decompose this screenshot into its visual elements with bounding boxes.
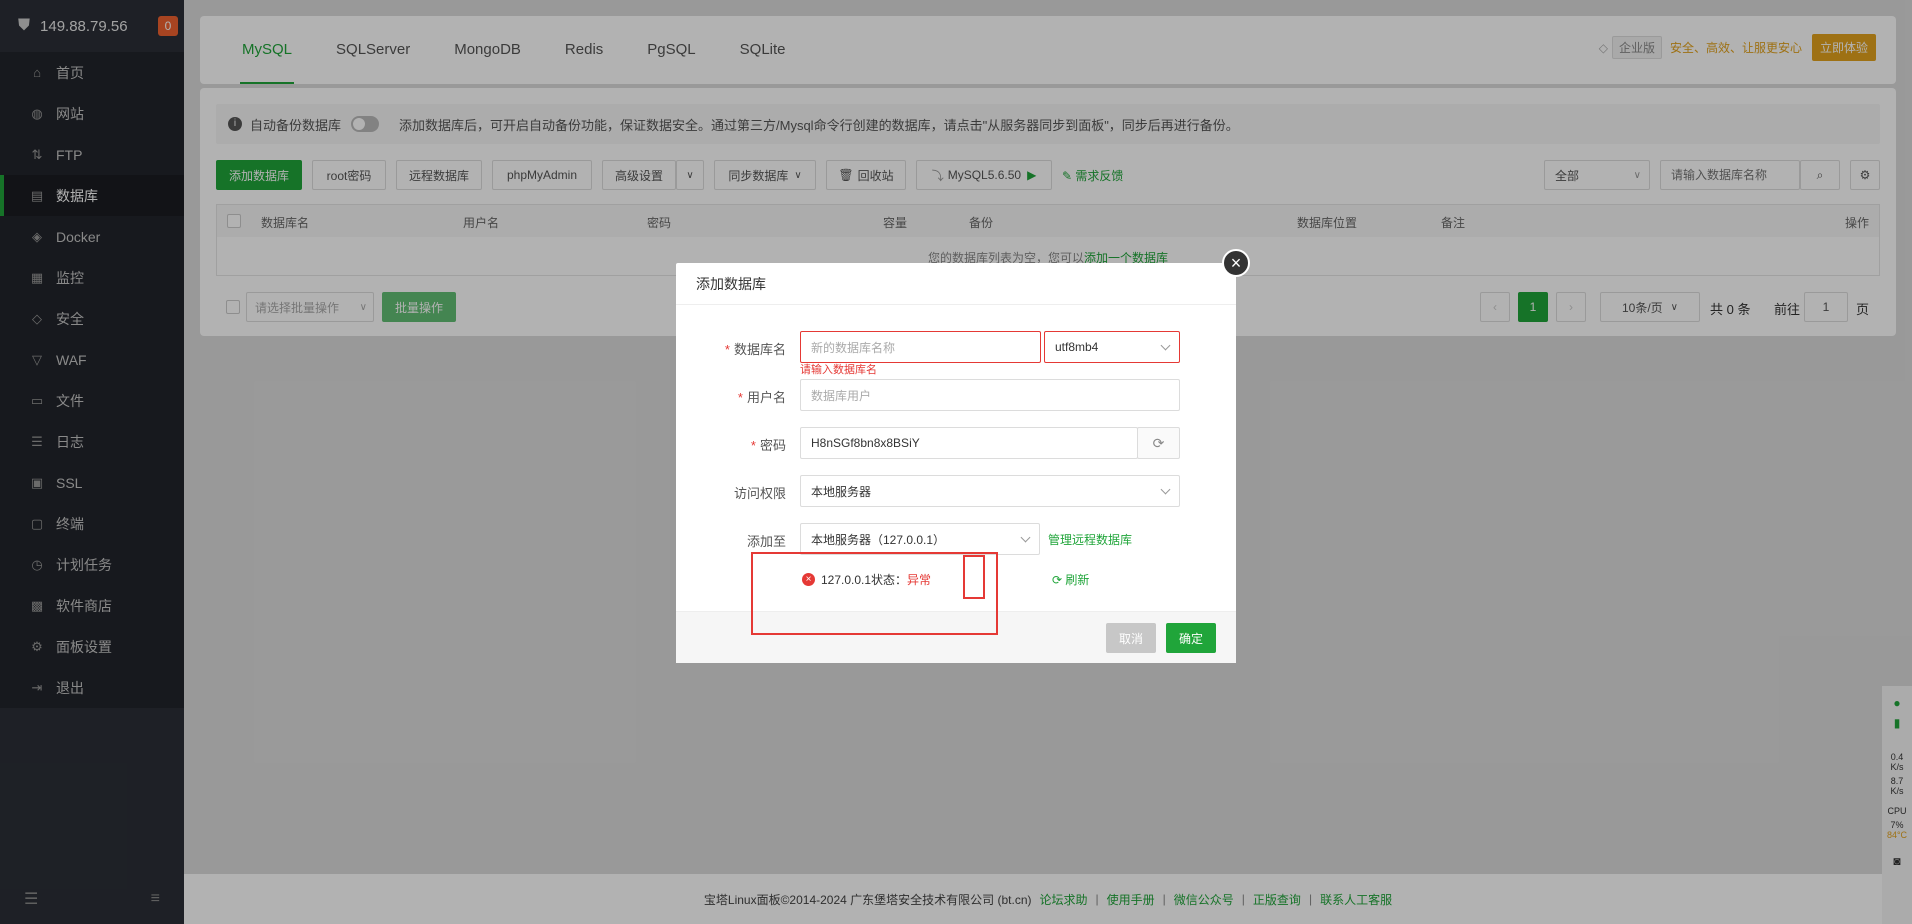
username-input[interactable]: 数据库用户 [800, 379, 1180, 411]
add-to-select[interactable]: 本地服务器（127.0.0.1） [800, 523, 1040, 555]
dialog-title: 添加数据库 [676, 263, 1236, 305]
add-to-label: 添加至 [746, 534, 786, 549]
charset-select[interactable]: utf8mb4 [1044, 331, 1180, 363]
refresh-icon: ⟳ [1052, 573, 1063, 587]
chevron-down-icon [1020, 532, 1031, 543]
manage-remote-link[interactable]: 管理远程数据库 [1048, 531, 1132, 548]
add-to-value: 本地服务器（127.0.0.1） [811, 532, 946, 547]
cancel-button[interactable]: 取消 [1106, 623, 1156, 653]
refresh-label: 刷新 [1065, 573, 1090, 587]
highlight-box-small [963, 555, 985, 599]
password-label: * 密码 [750, 438, 786, 453]
charset-value: utf8mb4 [1055, 340, 1099, 354]
highlight-box-status [751, 552, 998, 635]
close-icon[interactable]: × [1222, 249, 1250, 277]
access-label: 访问权限 [733, 486, 786, 501]
db-name-input[interactable]: 新的数据库名称 [800, 331, 1041, 363]
regenerate-password-button[interactable]: ⟳ [1137, 427, 1180, 459]
username-label: * 用户名 [737, 390, 786, 405]
access-select[interactable]: 本地服务器 [800, 475, 1180, 507]
db-name-placeholder: 新的数据库名称 [811, 340, 896, 355]
username-label-text: 用户名 [746, 390, 786, 405]
refresh-status-link[interactable]: ⟳ 刷新 [1052, 571, 1089, 588]
password-value: H8nSGf8bn8x8BSiY [811, 436, 920, 450]
db-name-label-text: 数据库名 [733, 342, 786, 357]
chevron-down-icon [1160, 484, 1171, 495]
db-name-label: * 数据库名 [724, 342, 786, 357]
chevron-down-icon [1160, 340, 1171, 351]
password-label-text: 密码 [759, 438, 786, 453]
refresh-icon: ⟳ [1152, 434, 1165, 451]
confirm-button[interactable]: 确定 [1166, 623, 1216, 653]
access-value: 本地服务器 [811, 484, 872, 499]
username-placeholder: 数据库用户 [811, 388, 872, 403]
password-input[interactable]: H8nSGf8bn8x8BSiY [800, 427, 1138, 459]
db-name-error: 请输入数据库名 [800, 364, 877, 376]
